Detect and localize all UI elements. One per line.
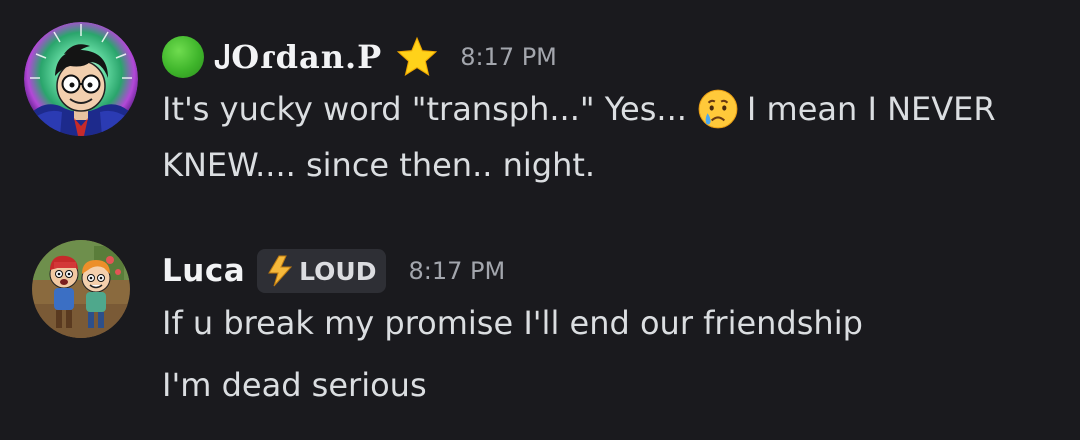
avatar-jordan[interactable]: [24, 22, 138, 136]
timestamp[interactable]: 8:17 PM: [408, 257, 505, 285]
message-content-line: KNEW.... since then.. night.: [162, 146, 595, 184]
lightning-bolt-icon: [268, 255, 293, 287]
message-header: Luca LOUD 8:17 PM: [162, 246, 505, 296]
message-text: It's yucky word "transph..." Yes...: [162, 90, 687, 128]
avatar-luca[interactable]: [32, 240, 130, 338]
message-text: I'm dead serious: [162, 366, 427, 404]
message-header: ᎫOɾdan.P 8:17 PM: [162, 32, 557, 82]
timestamp[interactable]: 8:17 PM: [460, 43, 557, 71]
cartoon-boy-glasses-avatar-image: [24, 22, 138, 136]
tag-label: LOUD: [299, 256, 377, 286]
star-icon: [397, 36, 438, 76]
username[interactable]: ᎫOɾdan.P: [216, 38, 382, 77]
message-content-line: If u break my promise I'll end our frien…: [162, 304, 863, 342]
message-content-line: It's yucky word "transph..." Yes... I me…: [162, 88, 996, 130]
cartoon-two-kids-avatar-image: [32, 240, 130, 338]
online-status-icon: [162, 36, 204, 78]
message-text: KNEW.... since then.. night.: [162, 146, 596, 184]
username[interactable]: Luca: [162, 253, 245, 289]
chat-message-list: ᎫOɾdan.P 8:17 PM It's yucky word "transp…: [0, 0, 1080, 440]
message-content-line: I'm dead serious: [162, 366, 427, 404]
message-text: If u break my promise I'll end our frien…: [162, 304, 863, 342]
crying-face-icon[interactable]: [697, 88, 739, 130]
server-tag-badge[interactable]: LOUD: [257, 249, 387, 293]
message-text: I mean I NEVER: [746, 90, 996, 128]
